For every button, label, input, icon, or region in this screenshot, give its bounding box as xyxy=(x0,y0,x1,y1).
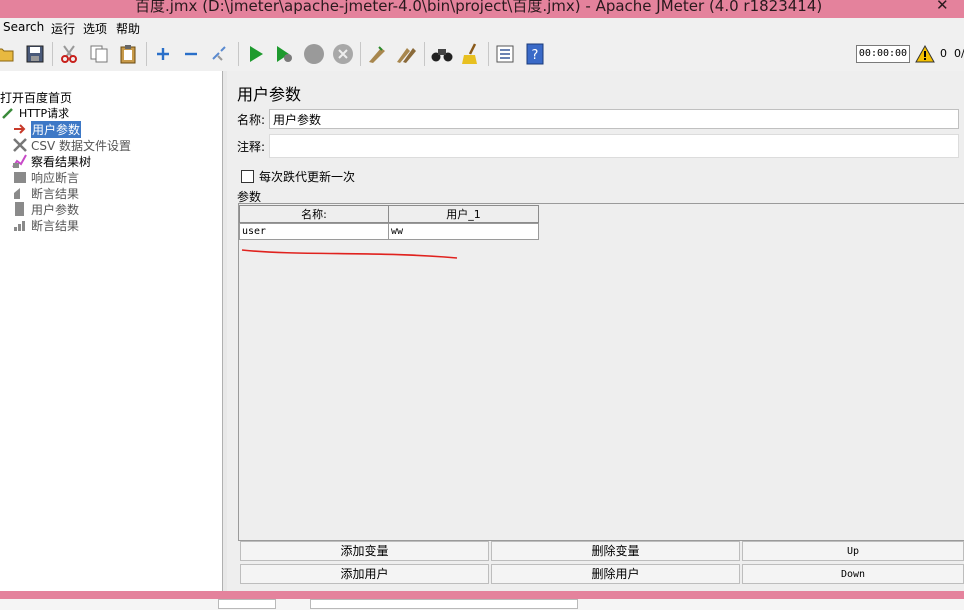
menu-help[interactable]: 帮助 xyxy=(116,20,140,37)
open-folder-icon[interactable] xyxy=(0,43,16,65)
window-close-icon[interactable]: ✕ xyxy=(936,0,949,14)
menu-bar: Search 运行 选项 帮助 xyxy=(0,18,964,37)
reset-broom-icon[interactable] xyxy=(460,43,482,65)
expand-plus-icon[interactable] xyxy=(152,43,174,65)
user-params2-icon xyxy=(12,202,28,216)
thread-count: 0/ xyxy=(954,47,964,60)
menu-search[interactable]: Search xyxy=(3,20,44,34)
clear-all-icon[interactable] xyxy=(395,43,417,65)
name-field[interactable]: 用户参数 xyxy=(269,109,960,129)
panel-title: 用户参数 xyxy=(237,85,302,104)
tree-item-assertion-results-2[interactable]: 断言结果 xyxy=(12,217,79,233)
bottom-window-border xyxy=(0,591,964,599)
update-once-row: 每次跌代更新一次 xyxy=(241,168,355,185)
search-binoculars-icon[interactable] xyxy=(431,43,453,65)
up-button[interactable]: Up xyxy=(742,541,964,561)
down-button[interactable]: Down xyxy=(742,564,964,584)
tree-item-label: 断言结果 xyxy=(31,186,80,201)
elapsed-timer: 00:00:00 xyxy=(856,45,910,63)
help-icon[interactable]: ? xyxy=(524,43,546,65)
stop-icon[interactable] xyxy=(303,43,325,65)
http-sampler-icon xyxy=(0,106,16,120)
tree-item-test-plan[interactable]: 打开百度首页 xyxy=(0,89,72,105)
background-window-strip xyxy=(0,599,964,610)
comment-row: 注释: xyxy=(237,134,960,158)
tree-item-label: HTTP请求 xyxy=(19,107,70,120)
cut-icon[interactable] xyxy=(58,43,80,65)
tree-item-label: 察看结果树 xyxy=(31,154,92,169)
save-icon[interactable] xyxy=(24,43,46,65)
warning-icon[interactable] xyxy=(914,43,936,65)
toolbar-separator xyxy=(424,42,425,66)
shutdown-icon[interactable] xyxy=(332,43,354,65)
delete-variable-button[interactable]: 删除变量 xyxy=(491,541,740,561)
collapse-minus-icon[interactable] xyxy=(180,43,202,65)
menu-options[interactable]: 选项 xyxy=(83,20,107,37)
window-title-bar: 百度.jmx (D:\jmeter\apache-jmeter-4.0\bin\… xyxy=(0,0,964,18)
menu-run[interactable]: 运行 xyxy=(51,20,75,37)
results-tree-icon xyxy=(12,154,28,168)
assertion-results-icon xyxy=(12,186,28,200)
toolbar-separator xyxy=(360,42,361,66)
delete-user-button[interactable]: 删除用户 xyxy=(491,564,740,584)
tree-item-assertion-results[interactable]: 断言结果 xyxy=(12,185,79,201)
svg-text:?: ? xyxy=(532,48,539,63)
red-underline-annotation xyxy=(241,249,458,259)
name-row: 名称: 用户参数 xyxy=(237,108,960,130)
tools-icon xyxy=(12,138,28,152)
background-field xyxy=(310,599,578,609)
tree-item-user-params[interactable]: 用户参数 xyxy=(12,120,82,138)
start-no-pauses-icon[interactable] xyxy=(273,43,295,65)
background-field xyxy=(218,599,276,609)
comment-field[interactable] xyxy=(269,134,960,158)
tree-item-results-tree[interactable]: 察看结果树 xyxy=(12,153,91,169)
update-once-label: 每次跌代更新一次 xyxy=(259,170,356,184)
user-parameters-panel: 用户参数 名称: 用户参数 注释: 每次跌代更新一次 参数 名称: 用户_1 u… xyxy=(227,71,964,591)
add-variable-button[interactable]: 添加变量 xyxy=(240,541,489,561)
clear-icon[interactable] xyxy=(366,43,388,65)
toolbar-separator xyxy=(146,42,147,66)
tree-item-label: CSV 数据文件设置 xyxy=(31,138,132,153)
function-helper-icon[interactable] xyxy=(494,43,516,65)
tree-item-user-params-2[interactable]: 用户参数 xyxy=(12,201,79,217)
tree-item-csv-config[interactable]: CSV 数据文件设置 xyxy=(12,137,131,153)
tree-item-label: 用户参数 xyxy=(31,202,80,217)
test-plan-tree: 打开百度首页 HTTP请求 用户参数 CSV 数据文件设置 察看结果树 响应断言 xyxy=(0,71,223,591)
graph-icon xyxy=(12,218,28,232)
tree-item-label: 响应断言 xyxy=(31,170,80,185)
parameters-table: 名称: 用户_1 user ww xyxy=(238,203,964,541)
tree-item-response-assertion[interactable]: 响应断言 xyxy=(12,169,79,185)
table-header-user-1[interactable]: 用户_1 xyxy=(388,205,539,223)
window-title: 百度.jmx (D:\jmeter\apache-jmeter-4.0\bin\… xyxy=(135,0,823,15)
assertion-icon xyxy=(12,170,28,184)
toolbar-separator xyxy=(488,42,489,66)
tree-item-label: 断言结果 xyxy=(31,218,80,233)
tree-item-http-request[interactable]: HTTP请求 xyxy=(0,105,69,121)
paste-icon[interactable] xyxy=(117,43,139,65)
comment-label: 注释: xyxy=(237,139,266,154)
warning-count: 0 xyxy=(940,47,947,60)
toolbar-separator xyxy=(238,42,239,66)
tree-item-label: 用户参数 xyxy=(31,120,82,138)
add-user-button[interactable]: 添加用户 xyxy=(240,564,489,584)
table-cell-value[interactable]: ww xyxy=(388,223,539,240)
name-label: 名称: xyxy=(237,112,266,127)
table-header-name[interactable]: 名称: xyxy=(239,205,389,223)
toolbar-separator xyxy=(52,42,53,66)
update-once-checkbox[interactable] xyxy=(241,170,254,183)
table-cell-name[interactable]: user xyxy=(239,223,389,240)
toggle-icon[interactable] xyxy=(209,43,231,65)
start-icon[interactable] xyxy=(245,43,267,65)
toolbar: ? 00:00:00 0 0/ xyxy=(0,37,964,72)
user-params-icon xyxy=(12,122,28,136)
tree-item-label: 打开百度首页 xyxy=(0,90,73,105)
copy-icon[interactable] xyxy=(88,43,110,65)
